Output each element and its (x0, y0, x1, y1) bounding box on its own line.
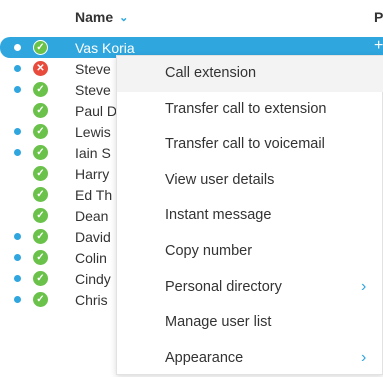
contact-name: David (75, 229, 111, 245)
contact-name: Paul D (75, 103, 118, 119)
menu-item-label: Appearance (165, 349, 244, 366)
contact-name: Ed Th (75, 187, 113, 203)
menu-item-transfer-call-to-voicemail[interactable]: Transfer call to voicemail (117, 127, 383, 163)
contact-name: Dean (75, 208, 109, 224)
menu-item-copy-number[interactable]: Copy number (117, 234, 383, 270)
contact-name: Vas Koria (75, 40, 135, 56)
add-icon[interactable]: + (374, 37, 383, 55)
available-status-icon: ✓ (33, 250, 48, 265)
online-dot-icon (14, 149, 21, 156)
menu-item-personal-directory[interactable]: Personal directory › (117, 270, 383, 306)
menu-item-label: Transfer call to extension (165, 100, 327, 117)
chevron-right-icon: › (361, 348, 367, 366)
menu-item-transfer-call-to-extension[interactable]: Transfer call to extension (117, 92, 383, 128)
available-status-icon: ✓ (33, 40, 48, 55)
contact-name: Lewis (75, 124, 111, 140)
available-status-icon: ✓ (33, 292, 48, 307)
menu-item-view-user-details[interactable]: View user details (117, 163, 383, 199)
available-status-icon: ✓ (33, 208, 48, 223)
context-menu: Call extension Transfer call to extension… (116, 55, 383, 375)
contact-name: Chris (75, 292, 108, 308)
menu-item-label: Manage user list (165, 314, 272, 331)
available-status-icon: ✓ (33, 166, 48, 181)
contact-name: Iain S (75, 145, 111, 161)
online-dot-icon (14, 86, 21, 93)
online-dot-icon (14, 254, 21, 261)
online-dot-icon (14, 296, 21, 303)
menu-item-label: Call extension (165, 65, 257, 81)
contact-name: Harry (75, 166, 110, 182)
chevron-down-icon: ⌄ (119, 11, 129, 24)
menu-item-label: Instant message (165, 207, 272, 224)
online-dot-icon (14, 65, 21, 72)
contact-name: Colin (75, 250, 107, 266)
contact-name: Cindy (75, 271, 111, 287)
menu-item-label: Transfer call to voicemail (165, 136, 325, 153)
list-header: Name ⌄ P (0, 0, 383, 34)
available-status-icon: ✓ (33, 103, 48, 118)
available-status-icon: ✓ (33, 229, 48, 244)
menu-item-call-extension[interactable]: Call extension (117, 56, 383, 92)
name-column-header[interactable]: Name ⌄ (75, 9, 128, 25)
menu-item-label: View user details (165, 171, 275, 188)
online-dot-icon (14, 233, 21, 240)
chevron-right-icon: › (361, 277, 367, 295)
menu-item-label: Copy number (165, 243, 253, 259)
menu-item-instant-message[interactable]: Instant message (117, 198, 383, 234)
contact-name: Steve (75, 61, 111, 77)
online-dot-icon (14, 128, 21, 135)
available-status-icon: ✓ (33, 124, 48, 139)
name-column-label: Name (75, 9, 114, 25)
available-status-icon: ✓ (33, 187, 48, 202)
online-dot-icon (14, 44, 21, 51)
menu-item-manage-user-list[interactable]: Manage user list (117, 305, 383, 341)
menu-item-label: Personal directory (165, 278, 282, 295)
available-status-icon: ✓ (33, 271, 48, 286)
contact-name: Steve (75, 82, 111, 98)
available-status-icon: ✓ (33, 82, 48, 97)
second-column-header[interactable]: P (374, 9, 383, 25)
busy-status-icon: ✕ (33, 61, 48, 76)
available-status-icon: ✓ (33, 145, 48, 160)
online-dot-icon (14, 275, 21, 282)
menu-item-appearance[interactable]: Appearance › (117, 341, 383, 377)
